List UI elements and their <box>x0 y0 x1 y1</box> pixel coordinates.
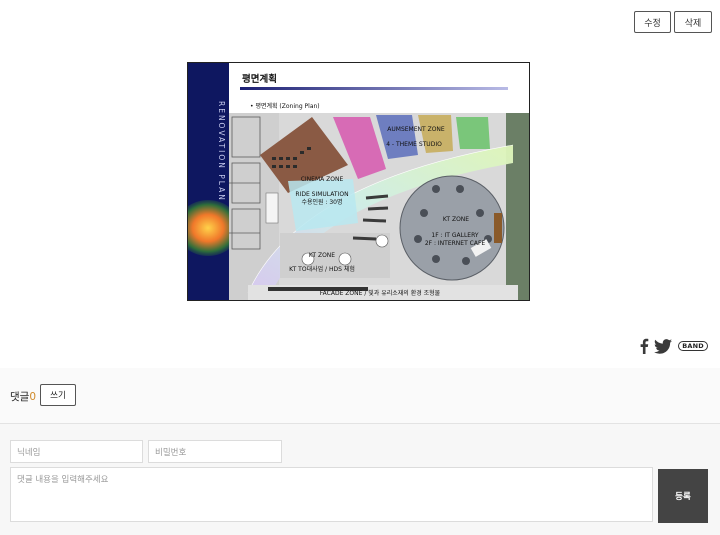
slide-bullet: • 평면계획 (Zoning Plan) <box>250 102 320 110</box>
twitter-icon <box>654 338 672 354</box>
comment-title-text: 댓글 <box>10 391 30 403</box>
comment-title: 댓글0 <box>10 389 36 404</box>
zone-label-gallery: 1F : IT GALLERY <box>431 232 478 239</box>
zone-label-internet-cafe: 2F : INTERNET CAFE <box>425 240 486 247</box>
zone-label-ride-capacity: 수용인원 : 30명 <box>301 198 342 206</box>
password-input[interactable]: 비밀번호 <box>148 440 282 463</box>
write-comment-button[interactable]: 쓰기 <box>40 384 76 406</box>
zone-label-facade: FACADE ZONE / 빛과 유리소재의 환경 조형물 <box>320 289 441 297</box>
band-share-button[interactable]: BAND <box>678 341 708 351</box>
delete-button[interactable]: 삭제 <box>674 11 712 33</box>
zone-label-kt-right: KT ZONE <box>443 216 469 223</box>
comment-header: 댓글0 쓰기 <box>0 368 720 424</box>
submit-comment-button[interactable]: 등록 <box>658 469 708 523</box>
zone-label-kt-left: KT ZONE <box>309 252 335 259</box>
slide-title: 평면계획 <box>242 73 277 85</box>
nickname-input[interactable]: 닉네임 <box>10 440 143 463</box>
facebook-share[interactable] <box>639 338 649 354</box>
twitter-share[interactable] <box>654 338 672 354</box>
zone-label-cinema: CINEMA ZONE <box>301 176 344 183</box>
zone-label-ride-sim: RIDE SIMULATION <box>295 191 348 198</box>
zone-label-amusement: AUMSEMENT ZONE <box>387 126 445 133</box>
comment-section: 댓글0 쓰기 닉네임 비밀번호 댓글 내용을 입력해주세요 등록 <box>0 368 720 535</box>
zone-label-theme-studio: 4 - THEME STUDIO <box>386 141 442 148</box>
floor-plan-image: RENOVATION PLAN 평면계획 • 평면계획 (Zoning Plan… <box>187 62 530 301</box>
edit-button[interactable]: 수정 <box>634 11 671 33</box>
zone-label-kt-business: KT TO대사업 / HDS 체험 <box>289 265 355 273</box>
comment-content-input[interactable]: 댓글 내용을 입력해주세요 <box>10 467 653 522</box>
comment-count: 0 <box>29 391 37 403</box>
floor-plan-drawing: RENOVATION PLAN 평면계획 • 평면계획 (Zoning Plan… <box>188 63 529 300</box>
side-text: RENOVATION PLAN <box>217 101 226 202</box>
facebook-icon <box>640 338 649 354</box>
